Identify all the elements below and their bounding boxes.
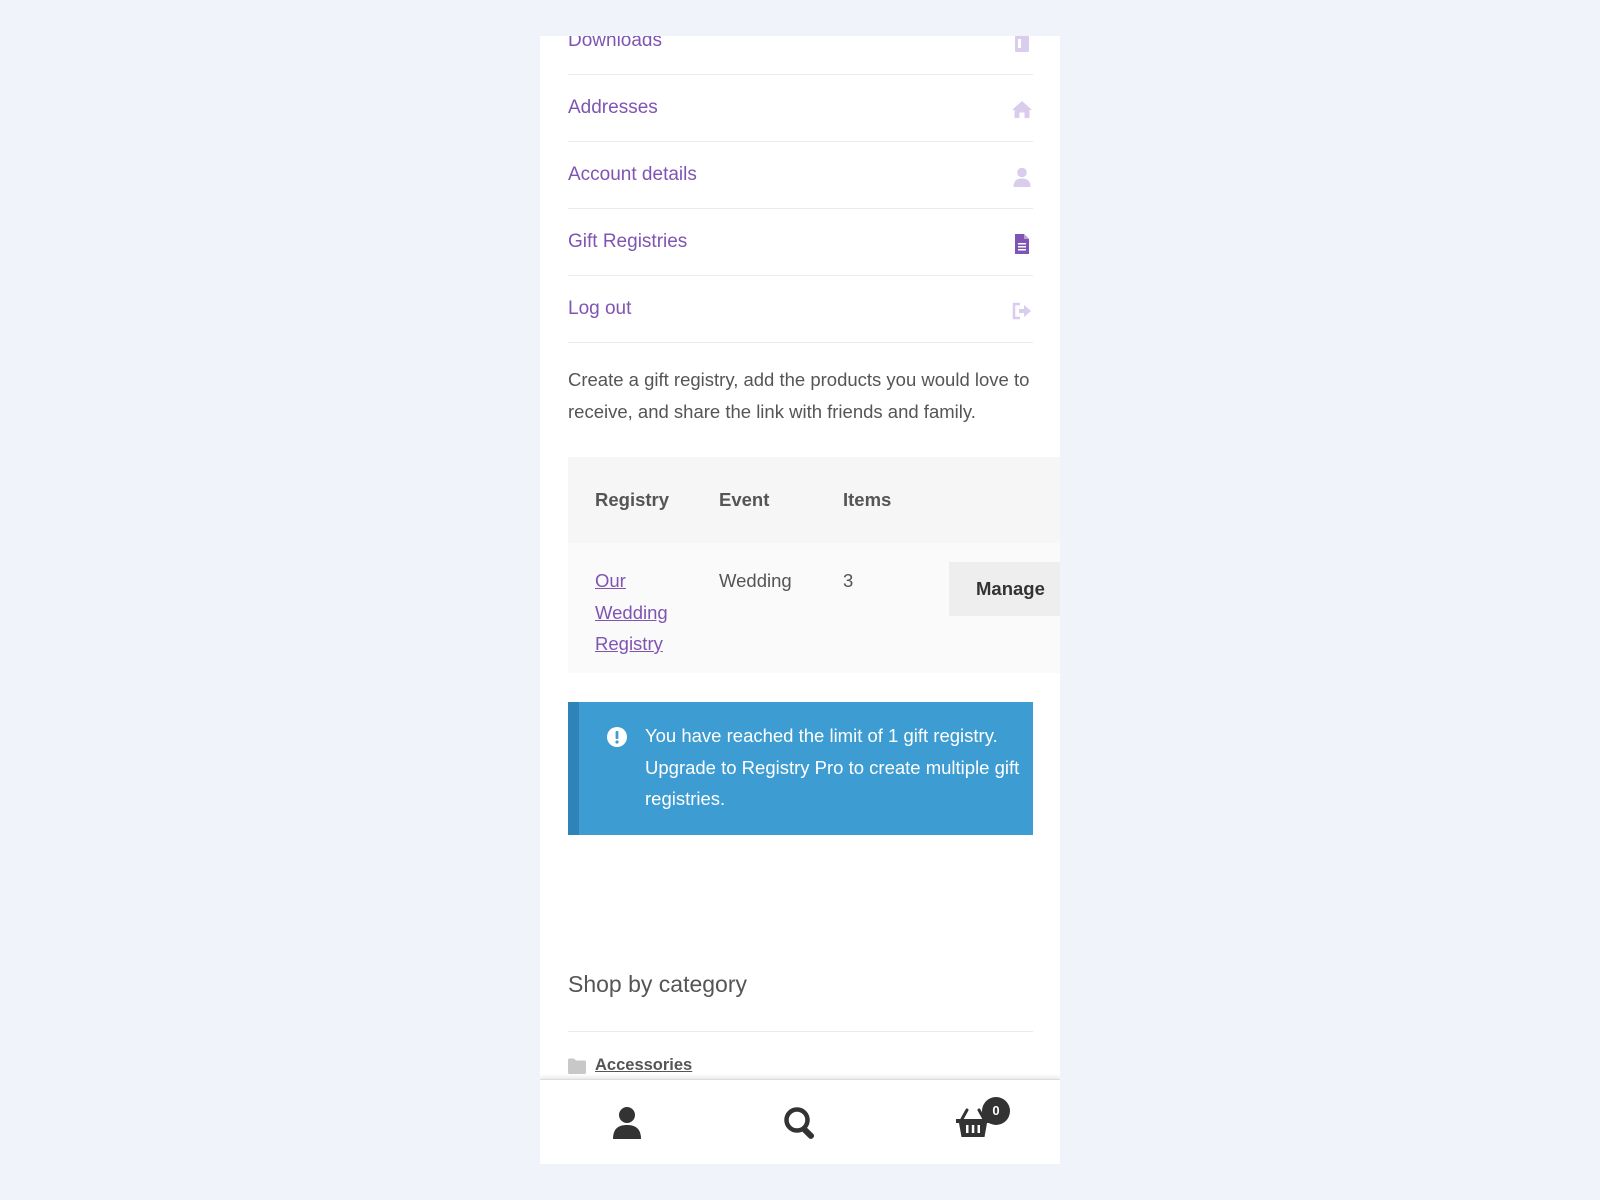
search-icon xyxy=(783,1106,814,1139)
cart-count-badge: 0 xyxy=(982,1097,1010,1125)
cart-button[interactable]: 0 xyxy=(886,1080,1059,1164)
handheld-footer-bar: 0 xyxy=(540,1079,1060,1164)
items-cell: 3 xyxy=(843,570,854,591)
document-icon xyxy=(1011,233,1033,255)
nav-item-label[interactable]: Gift Registries xyxy=(568,231,687,253)
file-download-icon xyxy=(1011,36,1033,54)
home-icon xyxy=(1011,99,1033,121)
sign-out-icon xyxy=(1011,300,1033,322)
nav-item-gift-registries[interactable]: Gift Registries xyxy=(568,209,1033,276)
manage-button[interactable]: Manage xyxy=(949,562,1060,616)
registry-table-header: Registry Event Items xyxy=(568,457,1060,543)
table-row: Our Wedding Registry Wedding 3 Manage xyxy=(568,543,1060,673)
registry-link[interactable]: Our Wedding Registry xyxy=(595,565,685,660)
nav-item-account-details[interactable]: Account details xyxy=(568,142,1033,209)
column-header-items: Items xyxy=(843,489,892,510)
registry-cell: Our Wedding Registry xyxy=(595,565,685,660)
nav-item-addresses[interactable]: Addresses xyxy=(568,75,1033,142)
column-header-event: Event xyxy=(719,489,770,510)
column-header-registry: Registry xyxy=(595,489,670,510)
user-icon xyxy=(1011,166,1033,188)
info-icon xyxy=(607,727,627,747)
nav-item-log-out[interactable]: Log out xyxy=(568,276,1033,343)
search-button[interactable] xyxy=(713,1080,886,1164)
nav-item-label[interactable]: Account details xyxy=(568,164,697,186)
nav-item-label[interactable]: Addresses xyxy=(568,97,658,119)
registry-limit-notice: You have reached the limit of 1 gift reg… xyxy=(568,702,1033,835)
category-link[interactable]: Accessories xyxy=(595,1056,692,1075)
my-account-button[interactable] xyxy=(540,1080,713,1164)
nav-item-label[interactable]: Log out xyxy=(568,298,631,320)
event-cell: Wedding xyxy=(719,570,792,591)
nav-item-label[interactable]: Downloads xyxy=(568,36,662,52)
account-panel: Downloads Addresses Account details Gift… xyxy=(540,36,1060,1164)
gift-registry-intro: Create a gift registry, add the products… xyxy=(568,369,1030,422)
folder-icon xyxy=(568,1058,586,1074)
divider xyxy=(568,1031,1033,1032)
user-icon xyxy=(612,1106,641,1139)
shop-by-category-title: Shop by category xyxy=(568,971,748,997)
nav-item-downloads[interactable]: Downloads xyxy=(568,36,1033,75)
notice-message: You have reached the limit of 1 gift reg… xyxy=(645,725,1020,809)
